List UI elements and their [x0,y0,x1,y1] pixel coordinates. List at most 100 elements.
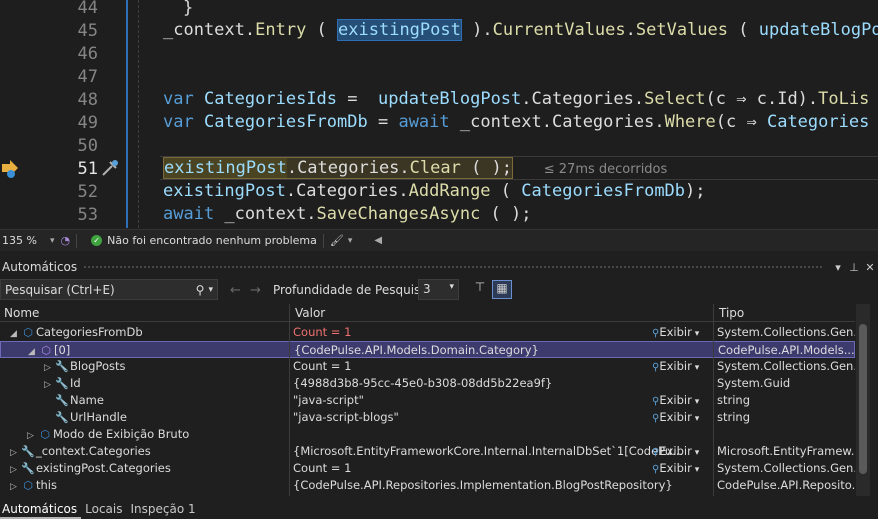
property-icon: 🔧 [55,377,69,390]
vertical-scrollbar[interactable] [856,304,870,496]
grid-header: Nome Valor Tipo [0,304,855,322]
back-arrow-icon[interactable]: ← [230,283,241,298]
editor-status-bar: 135 % ▾ ◔ ✓ Não foi encontrado nenhum pr… [0,229,878,251]
code-line: await _context.SaveChangesAsync ( ); [163,204,532,224]
view-button[interactable]: ⚲Exibir ▾ [652,410,699,424]
chevron-down-icon: ▾ [691,448,700,458]
row-value[interactable]: Count = 1 [293,461,711,475]
row-value[interactable]: "java-script-blogs" [293,410,711,424]
row-type: System.Collections.Gen... [717,461,855,475]
row-name: [0] [54,343,71,357]
no-issues-message[interactable]: Não foi encontrado nenhum problema [107,234,317,247]
scrollbar-thumb[interactable] [859,324,867,474]
object-icon: ⬡ [23,326,33,339]
column-name[interactable]: Nome [4,306,39,320]
tab-locals[interactable]: Locais [83,499,126,519]
scroll-left-icon[interactable]: ◀ [374,235,382,246]
view-button[interactable]: ⚲Exibir ▾ [652,359,699,373]
table-row[interactable]: ◢ ⬡ [0] {CodePulse.API.Models.Domain.Catego… [0,341,856,358]
line-number: 52 [77,182,98,202]
code-line: var CategoriesFromDb = await _context.Ca… [163,112,870,132]
row-type: string [717,410,751,424]
tab-watch-1[interactable]: Inspeção 1 [129,499,200,519]
pin-icon[interactable]: ⊥ [846,261,862,274]
view-button[interactable]: ⚲Exibir ▾ [652,461,699,475]
brush-icon[interactable]: 🖌 [330,234,344,247]
tab-autos[interactable]: Automáticos [0,499,82,519]
line-number: 44 [77,0,98,18]
zoom-level[interactable]: 135 % [0,234,50,247]
search-depth-select[interactable]: 3 ▾ [418,279,459,300]
table-row[interactable]: ▷ 🔧BlogPosts Count = 1 ⚲Exibir ▾ System.Coll… [0,358,855,375]
close-icon[interactable]: ✕ [862,261,878,274]
collapse-icon[interactable]: ◢ [10,329,20,339]
table-row[interactable]: ▷ 🔧Id {4988d3b8-95cc-45e0-b308-08dd5b22ea9… [0,375,855,392]
table-row[interactable]: ▷ 🔧existingPost.Categories Count = 1 ⚲Exibi… [0,460,855,477]
code-line: } [183,0,194,18]
chevron-down-icon[interactable]: ▾ [208,285,213,295]
row-type: Microsoft.EntityFramew... [717,444,855,458]
column-divider[interactable] [713,304,714,496]
row-name: _context.Categories [36,444,151,458]
row-value[interactable]: {CodePulse.API.Models.Domain.Category} [294,343,712,357]
row-name-cell: ◢ ⬡ [0] [1,343,289,357]
copilot-icon[interactable]: ◔ [61,234,71,247]
view-button[interactable]: ⚲Exibir ▾ [652,393,699,407]
line-number: 48 [77,90,98,110]
expand-icon[interactable]: ▷ [10,482,20,492]
search-icon[interactable]: ⚲ [196,283,205,297]
chevron-down-icon[interactable]: ▾ [348,236,353,246]
row-value[interactable]: {4988d3b8-95cc-45e0-b308-08dd5b22ea9f} [293,376,711,390]
row-value[interactable]: Count = 1 [293,359,711,373]
property-icon: 🔧 [21,462,35,475]
collapse-icon[interactable]: ◢ [28,347,38,357]
line-number: 45 [77,21,98,41]
row-name-cell: ◢ ⬡ CategoriesFromDb [0,325,288,339]
column-value[interactable]: Valor [295,306,325,320]
table-row[interactable]: 🔧Name "java-script" ⚲Exibir ▾ string [0,392,855,409]
table-row[interactable]: ◢ ⬡ CategoriesFromDb Count = 1 ⚲Exibir ▾ Syst… [0,324,855,341]
drag-grip[interactable] [83,265,824,269]
code-editor[interactable]: 44 45 46 47 48 49 50 51 52 53 } _context… [0,0,878,228]
expand-icon[interactable]: ▷ [44,380,54,390]
row-type: CodePulse.API.Reposito... [717,478,855,492]
search-box[interactable]: Pesquisar (Ctrl+E) ⚲ ▾ [0,279,218,300]
table-row[interactable]: ▷ ⬡ this {CodePulse.API.Repositories.Implem… [0,477,855,494]
view-button[interactable]: ⚲Exibir ▾ [652,444,699,458]
chevron-down-icon: ▾ [449,282,454,292]
row-name-cell: ▷ ⬡ this [0,478,288,492]
dropdown-icon[interactable]: ▾ [830,261,846,274]
autos-grid: Nome Valor Tipo ◢ ⬡ CategoriesFromDb Count … [0,304,856,496]
view-label: Exibir [659,393,692,407]
bottom-tabs: Automáticos Locais Inspeção 1 [0,499,878,519]
chevron-down-icon[interactable]: ▾ [50,236,55,246]
expand-icon[interactable]: ▷ [10,465,20,475]
row-value[interactable]: "java-script" [293,393,711,407]
pin-watch-icon[interactable]: ⊤ [470,280,490,299]
current-statement-icon[interactable] [0,158,22,183]
column-divider[interactable] [289,304,290,496]
hex-display-icon[interactable]: ▦ [492,280,512,299]
code-line: _context.Entry ( existingPost ).CurrentV… [163,19,878,41]
expand-icon[interactable]: ▷ [27,431,37,441]
expand-icon[interactable]: ▷ [10,448,20,458]
search-input[interactable]: Pesquisar (Ctrl+E) [5,283,196,297]
property-icon: 🔧 [21,445,35,458]
forward-arrow-icon[interactable]: → [250,283,261,298]
row-name: this [36,478,57,492]
row-value[interactable]: Count = 1 [293,325,711,339]
table-row[interactable]: ▷ 🔧_context.Categories {Microsoft.EntityFr… [0,443,855,460]
row-value[interactable]: {CodePulse.API.Repositories.Implementati… [293,478,711,492]
column-type[interactable]: Tipo [719,306,744,320]
separator [322,233,324,248]
expand-icon[interactable]: ▷ [44,363,54,373]
row-name: Id [70,376,81,390]
row-value[interactable]: {Microsoft.EntityFrameworkCore.Internal.… [293,444,711,458]
panel-toolbar: Pesquisar (Ctrl+E) ⚲ ▾ ← → Profundidade … [0,279,878,301]
table-row[interactable]: 🔧UrlHandle "java-script-blogs" ⚲Exibir ▾ st… [0,409,855,426]
search-depth-label: Profundidade de Pesquisa: [273,283,432,297]
run-to-click-icon[interactable] [100,158,122,178]
view-button[interactable]: ⚲Exibir ▾ [652,325,699,339]
table-row[interactable]: ▷ ⬡ Modo de Exibição Bruto [0,426,855,443]
row-name: existingPost.Categories [36,461,171,475]
